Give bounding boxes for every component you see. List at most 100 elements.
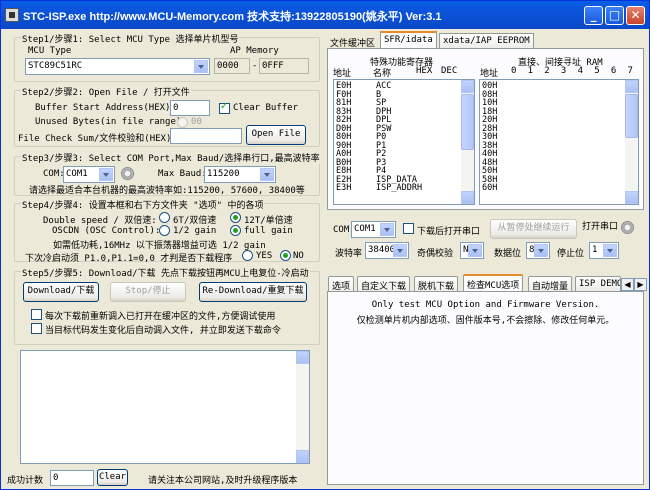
scroll-up-icon[interactable] [625,80,638,93]
speed-6t-radio[interactable] [159,212,170,223]
minimize-button[interactable]: _ [584,6,603,25]
log-scrollbar[interactable] [296,351,309,463]
app-icon[interactable] [5,8,19,22]
speed-12t-radio[interactable] [230,212,241,223]
chevron-down-icon[interactable] [534,244,548,257]
ram-row[interactable]: 38H [482,141,636,151]
mcu-type-select[interactable]: STC89C51RC [25,58,210,75]
sfr-row[interactable]: E3H ISP_ADDRH [336,184,472,193]
reload-label: 每次下载前重新调入已打开在缓冲区的文件,方便调试使用 [45,312,276,322]
sfr-list[interactable]: E0H ACC F0H B 81H SP 83H DPH 82H DPL D0H PSW 80H P0 90… [333,79,475,205]
chevron-down-icon[interactable] [99,168,113,181]
next-yes-radio[interactable] [242,250,253,261]
data-bits-select[interactable]: 8 [526,242,550,259]
reload-checkbox[interactable] [31,309,42,320]
baud-hint: 请选择最适合本台机器的最高波特率如:115200, 57600, 38400等 [29,186,305,196]
tab-sfr-idata[interactable]: SFR/idata [380,31,437,49]
sfr-row[interactable]: A0H P2 [336,150,472,159]
com-select[interactable]: COM1 [63,166,115,183]
ram-row[interactable]: 08H [482,90,636,100]
stop-bits-label: 停止位 [557,249,585,259]
title-bar[interactable]: STC-ISP.exe http://www.MCU-Memory.com 技术… [1,1,649,29]
gear-icon[interactable] [621,221,634,234]
check-mcu-line2: 仅检测单片机内部选项、固件版本号,不会擦除、修改任何单元。 [356,316,615,326]
gain-full-label: full gain [244,226,293,236]
ram-row[interactable]: 60H [482,184,636,193]
sfr-row[interactable]: 90H P1 [336,141,472,150]
tab-xdata[interactable]: xdata/IAP EEPROM [439,33,534,49]
close-button[interactable]: ✕ [626,6,645,25]
buffer-start-input[interactable]: 0 [170,100,210,116]
scroll-thumb[interactable] [625,94,638,138]
gear-icon[interactable] [121,167,134,180]
scroll-up-icon[interactable] [296,351,309,364]
tab-isp-demo[interactable]: ISP DEMO [575,276,621,292]
stop-bits-select[interactable]: 1 [589,242,619,259]
max-baud-select[interactable]: 115200 [204,166,276,183]
log-output[interactable] [20,350,310,464]
baud-rate-select[interactable]: 38400 [365,242,409,259]
resume-button[interactable]: 从暂停处继续运行 [490,219,577,239]
scroll-down-icon[interactable] [296,450,309,463]
ram-row[interactable]: 20H [482,116,636,125]
ram-list[interactable]: 00H 08H 10H 18H 20H 28H 30H 38H 40H 48H 50H 58H 60H [479,79,639,205]
stop-button[interactable]: Stop/停止 [110,282,186,302]
download-button[interactable]: Download/下载 [23,282,99,302]
parity-select[interactable]: N [460,242,484,259]
sfr-row[interactable]: 80H P0 [336,133,472,142]
next-no-radio[interactable] [280,250,291,261]
sfr-row[interactable]: 81H SP [336,99,472,108]
maximize-button[interactable]: □ [605,6,624,25]
redownload-button[interactable]: Re-Download/重复下载 [199,282,307,302]
double-speed-label: Double speed / 双倍速: [43,216,157,226]
auto-load-checkbox[interactable] [31,323,42,334]
parity-label: 奇偶校验 [417,249,454,259]
scroll-down-icon[interactable] [461,191,474,204]
tab-scroll-right-icon[interactable]: ▶ [634,278,647,291]
open-after-download-checkbox[interactable] [403,223,414,234]
chevron-down-icon[interactable] [393,244,407,257]
window-title: STC-ISP.exe http://www.MCU-Memory.com 技术… [23,11,442,23]
ram-row[interactable]: 18H [482,107,636,117]
scroll-thumb[interactable] [461,94,474,150]
sfr-rows: E0H ACC F0H B 81H SP 83H DPH 82H DPL D0H PSW 80H P0 90… [336,82,472,193]
ram-row[interactable]: 30H [482,133,636,142]
chevron-down-icon[interactable] [468,244,482,257]
clear-count-button[interactable]: Clear [97,469,128,486]
ram-row[interactable]: 50H [482,167,636,176]
sfr-scrollbar[interactable] [461,80,474,204]
tab-scroll-left-icon[interactable]: ◀ [621,278,634,291]
sfr-row[interactable]: 82H DPL [336,116,472,125]
sfr-row[interactable]: D0H PSW [336,124,472,133]
ram-row[interactable]: 28H [482,124,636,134]
sfr-row[interactable]: F0H B [336,90,472,99]
sfr-col-addr: 地址 [333,69,352,79]
scroll-down-icon[interactable] [625,191,638,204]
comm-com-select[interactable]: COM1 [351,221,396,238]
ram-row[interactable]: 48H [482,158,636,168]
sfr-row[interactable]: E0H ACC [336,82,472,91]
chevron-down-icon[interactable] [260,168,274,181]
step2-title: Step2/步骤2: Open File / 打开文件 [21,85,191,98]
open-file-button[interactable]: Open File [246,125,306,145]
ram-col-5: 5 [594,66,600,76]
chevron-down-icon[interactable] [380,223,394,236]
clear-buffer-checkbox[interactable] [219,101,230,114]
chevron-down-icon[interactable] [603,244,617,257]
ram-scrollbar[interactable] [625,80,638,204]
sfr-row[interactable]: 83H DPH [336,107,472,116]
open-port-button[interactable]: 打开串口 [580,219,620,239]
scroll-up-icon[interactable] [461,80,474,93]
ram-row[interactable]: 40H [482,150,636,159]
ap-memory-label: AP Memory [230,46,279,56]
ram-col-3: 3 [560,66,567,76]
gain-full-radio[interactable] [230,225,241,236]
gain-half-radio[interactable] [159,225,170,236]
chevron-down-icon[interactable] [194,60,208,73]
ram-row[interactable]: 10H [482,99,636,108]
footer-notice: 请关注本公司网站,及时升级程序版本 [148,476,298,486]
ram-row[interactable]: 58H [482,175,636,185]
sfr-row[interactable]: B0H P3 [336,158,472,167]
unused-bytes-radio[interactable] [177,117,188,128]
ram-row[interactable]: 00H [482,82,636,91]
